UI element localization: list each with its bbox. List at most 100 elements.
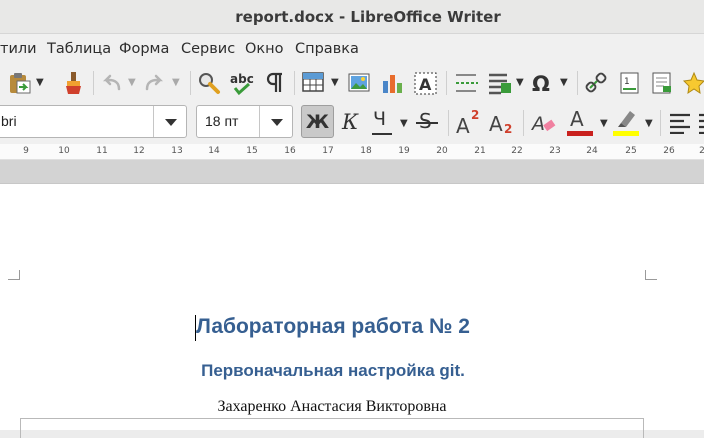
insert-textbox-icon[interactable]: A (413, 71, 439, 97)
separator (294, 71, 295, 95)
ruler-tick: 24 (586, 146, 598, 156)
subscript-button[interactable]: A 2 (488, 108, 518, 138)
menu-window[interactable]: Окно (245, 41, 284, 57)
document-heading[interactable]: Лабораторная работа № 2 (0, 315, 666, 339)
paste-dropdown-icon[interactable]: ▼ (36, 77, 44, 88)
special-character-dropdown-icon[interactable]: ▼ (560, 77, 568, 88)
svg-text:1: 1 (624, 77, 630, 87)
bold-label: Ж (305, 111, 330, 133)
font-size-dropdown-icon[interactable] (259, 106, 292, 137)
separator (660, 110, 661, 136)
ruler-tick: 9 (23, 146, 29, 156)
insert-comment-icon[interactable] (650, 71, 674, 95)
separator (523, 110, 524, 136)
page-corner-marker (645, 270, 657, 280)
ruler-tick: 14 (208, 146, 220, 156)
insert-page-break-icon[interactable] (454, 71, 480, 95)
font-name-dropdown-icon[interactable] (153, 106, 186, 137)
font-color-dropdown-icon[interactable]: ▼ (600, 118, 608, 129)
font-color-label: A (570, 107, 584, 131)
font-name-combobox[interactable]: bri (0, 105, 187, 138)
underline-dropdown-icon[interactable]: ▼ (400, 118, 408, 129)
insert-image-icon[interactable] (348, 71, 372, 95)
ruler-tick: 16 (284, 146, 296, 156)
ruler-tick: 18 (360, 146, 372, 156)
clear-formatting-icon[interactable]: A (531, 110, 557, 136)
page-corner-marker (8, 270, 20, 280)
ruler-tick: 11 (96, 146, 108, 156)
ruler-tick: 22 (511, 146, 523, 156)
ruler-tick: 13 (171, 146, 183, 156)
separator (93, 71, 94, 95)
bookmark-icon[interactable] (682, 71, 704, 95)
ruler-tick: 21 (474, 146, 486, 156)
highlighter-icon (618, 111, 635, 127)
insert-field-icon[interactable] (487, 71, 513, 95)
find-replace-icon[interactable] (197, 71, 222, 96)
clone-formatting-icon[interactable] (60, 70, 86, 96)
menu-styles[interactable]: тили (0, 41, 37, 57)
ruler-tick: 19 (398, 146, 410, 156)
special-character-icon[interactable]: Ω (531, 71, 555, 95)
svg-text:Ω: Ω (532, 72, 550, 95)
font-color-swatch (567, 131, 593, 136)
underline-button[interactable]: Ч (371, 108, 395, 136)
separator (446, 71, 447, 95)
table-outline[interactable] (20, 418, 644, 438)
subscript-mark: 2 (504, 122, 513, 136)
svg-text:A: A (419, 75, 432, 94)
spelling-icon[interactable]: abc (229, 70, 257, 96)
ruler-tick: 26 (663, 146, 675, 156)
italic-button[interactable]: К (342, 110, 358, 134)
title-bar: report.docx - LibreOffice Writer (0, 0, 704, 34)
align-center-icon[interactable] (697, 112, 704, 134)
undo-icon[interactable] (100, 72, 124, 94)
highlight-button[interactable] (613, 107, 643, 139)
redo-dropdown-icon[interactable]: ▼ (172, 77, 180, 88)
insert-chart-icon[interactable] (381, 71, 405, 95)
formatting-toolbar: bri 18 пт Ж К Ч ▼ S A 2 A 2 A A ▼ ▼ (0, 102, 704, 144)
paste-icon[interactable] (8, 71, 32, 95)
ruler-tick: 25 (625, 146, 637, 156)
superscript-button[interactable]: A 2 (455, 108, 485, 138)
menu-bar: тили Таблица Форма Сервис Окно Справка (0, 34, 704, 64)
highlight-swatch (613, 131, 639, 136)
strikethrough-button[interactable]: S (416, 108, 440, 136)
separator (448, 110, 449, 136)
insert-table-icon[interactable] (302, 71, 326, 95)
ruler-tick: 12 (133, 146, 145, 156)
standard-toolbar: ▼ ▼ ▼ abc ▼ A ▼ Ω ▼ 1 (0, 64, 704, 102)
redo-icon[interactable] (142, 72, 166, 94)
menu-table[interactable]: Таблица (47, 41, 111, 57)
font-name-value[interactable]: bri (1, 113, 17, 129)
subscript-label: A (489, 112, 503, 136)
document-page[interactable] (0, 183, 704, 430)
underline-bar (372, 133, 392, 135)
window-title: report.docx - LibreOffice Writer (235, 8, 501, 26)
menu-form[interactable]: Форма (119, 41, 169, 57)
separator (577, 71, 578, 95)
ruler-tick: 20 (436, 146, 448, 156)
svg-text:A: A (531, 113, 545, 135)
underline-label: Ч (373, 108, 387, 130)
font-color-button[interactable]: A (567, 107, 597, 139)
font-size-value[interactable]: 18 пт (205, 113, 238, 129)
font-size-combobox[interactable]: 18 пт (196, 105, 293, 138)
menu-tools[interactable]: Сервис (181, 41, 235, 57)
strikethrough-label: S (419, 109, 432, 133)
hyperlink-icon[interactable] (585, 71, 609, 95)
undo-dropdown-icon[interactable]: ▼ (128, 77, 136, 88)
field-dropdown-icon[interactable]: ▼ (516, 77, 524, 88)
menu-help[interactable]: Справка (295, 41, 359, 57)
document-subheading[interactable]: Первоначальная настройка git. (0, 361, 666, 381)
formatting-marks-icon[interactable] (264, 72, 286, 94)
bold-button[interactable]: Ж (301, 105, 334, 138)
footnote-icon[interactable]: 1 (618, 71, 642, 95)
horizontal-ruler[interactable]: 9 10 11 12 13 14 15 16 17 18 19 20 21 22… (0, 144, 704, 160)
highlight-dropdown-icon[interactable]: ▼ (645, 118, 653, 129)
superscript-label: A (456, 114, 470, 138)
ruler-tick: 17 (322, 146, 334, 156)
author-name[interactable]: Захаренко Анастасия Викторовна (0, 398, 664, 416)
table-dropdown-icon[interactable]: ▼ (331, 77, 339, 88)
align-left-icon[interactable] (668, 112, 692, 134)
